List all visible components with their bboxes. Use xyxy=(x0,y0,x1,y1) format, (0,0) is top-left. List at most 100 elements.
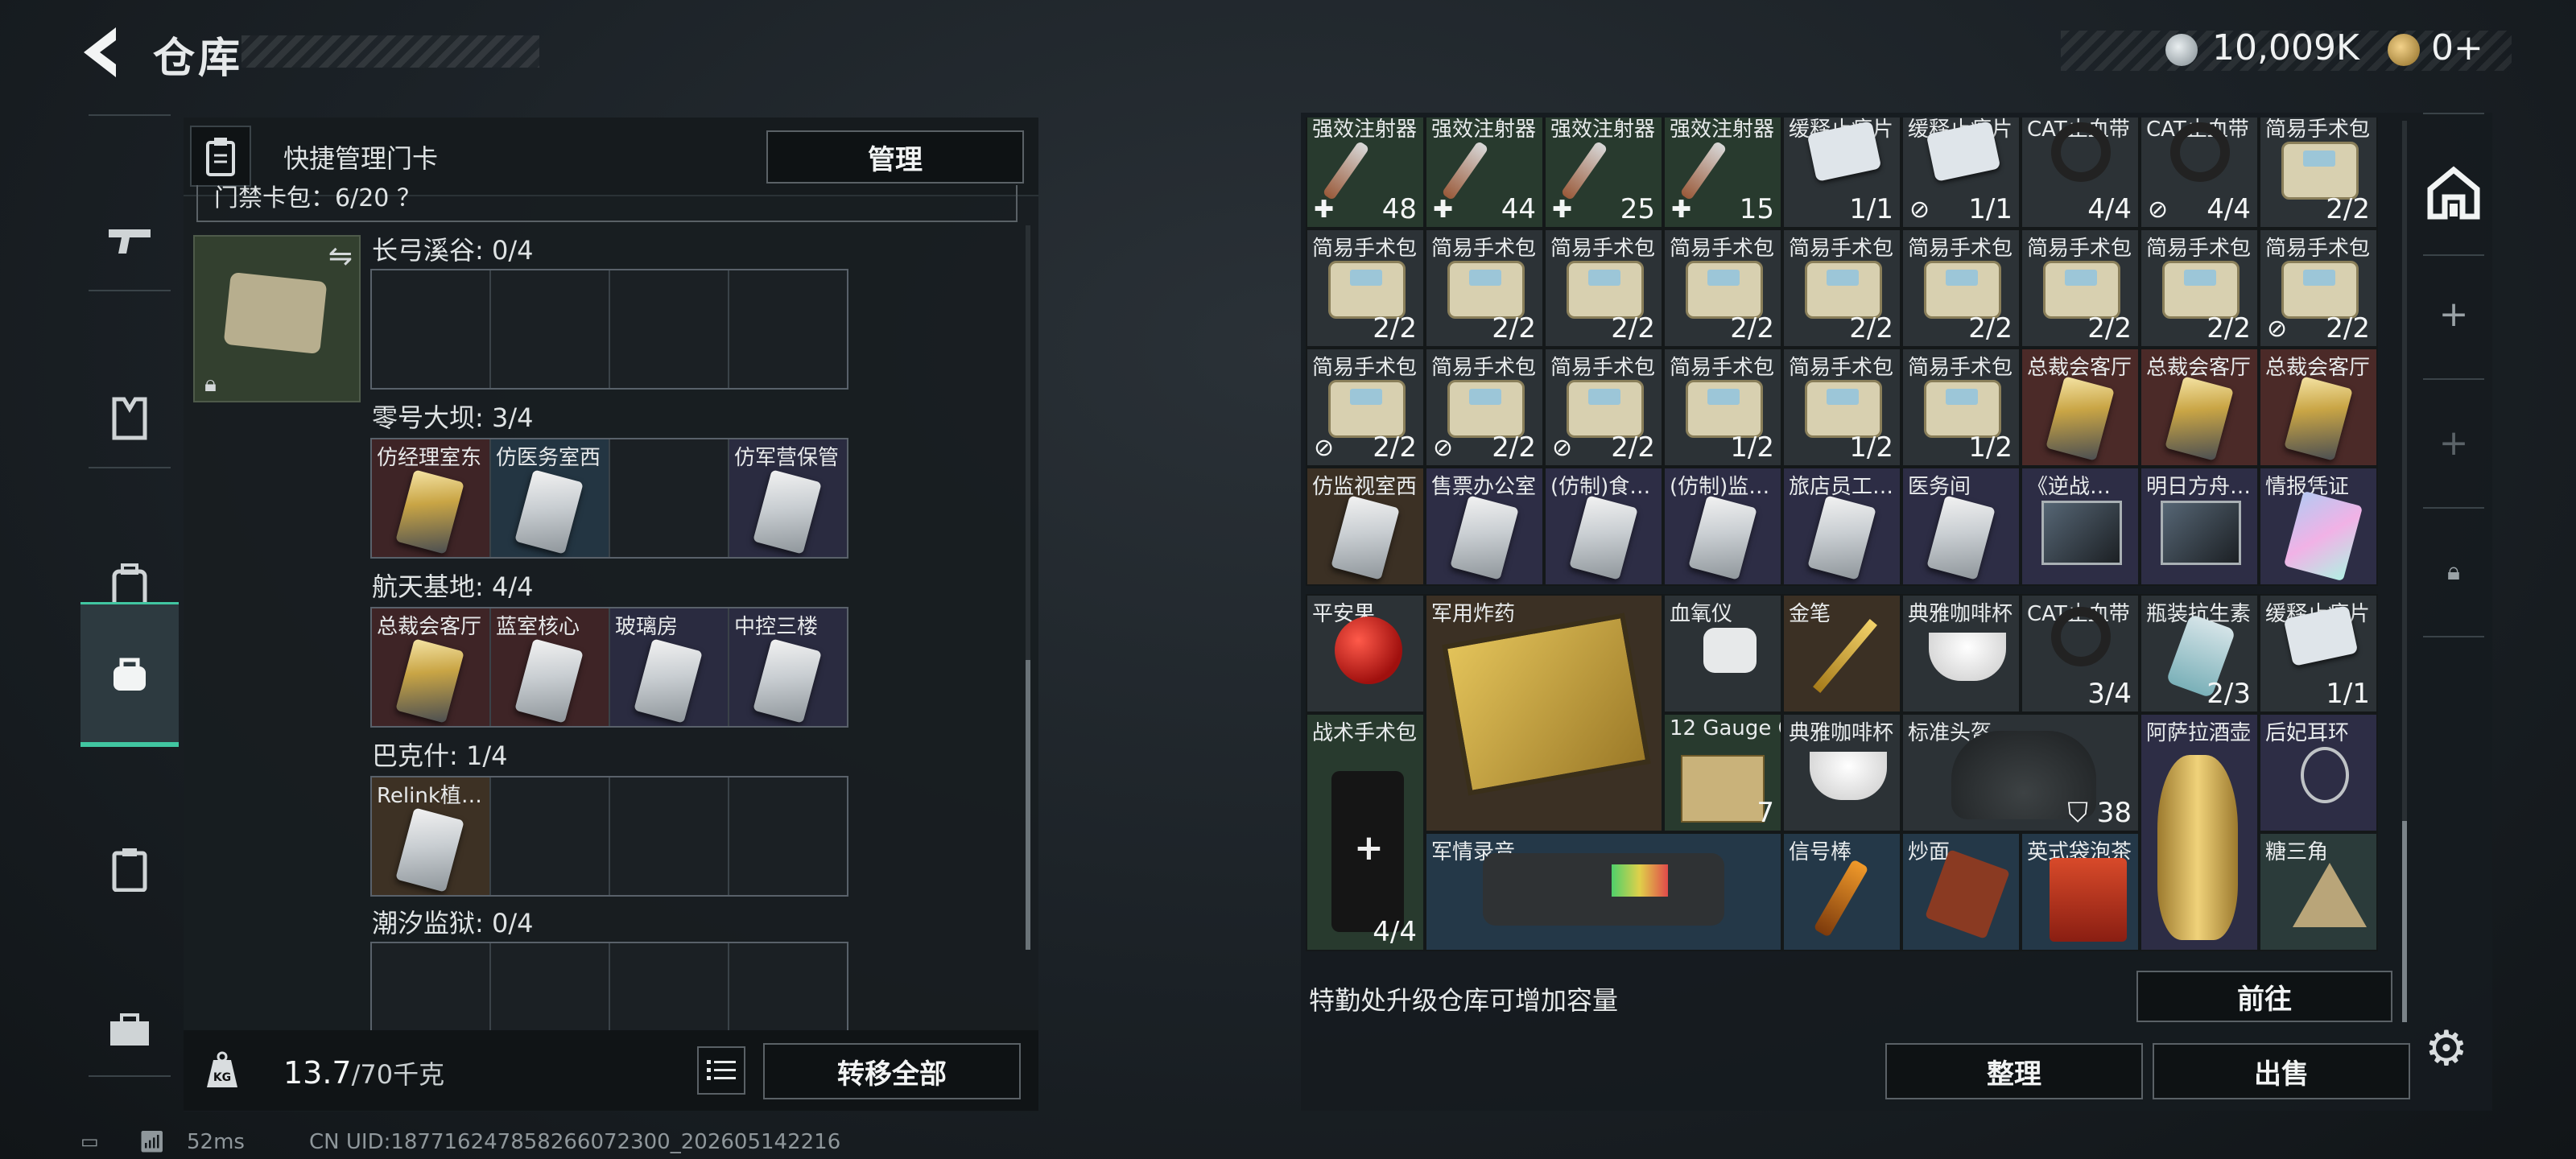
item-cell-triangle[interactable]: 糖三角 xyxy=(2259,832,2378,951)
item-cell[interactable]: 强效注射器 ✚ 25 xyxy=(1544,118,1663,229)
earring-image xyxy=(2301,747,2349,803)
item-cell[interactable]: 缓释止痛片⊘1/1 xyxy=(1901,118,2021,229)
item-cell-cat[interactable]: CAT止血带 3/4 xyxy=(2021,594,2140,713)
keycard-slot[interactable] xyxy=(491,943,610,1030)
keycard-slot[interactable] xyxy=(372,943,491,1030)
keycard-slot[interactable] xyxy=(610,943,729,1030)
item-cell[interactable]: 简易手术包 1/2 xyxy=(1782,348,1901,467)
item-cell[interactable]: 强效注射器 ✚ 44 xyxy=(1425,118,1544,229)
keycard-slot[interactable] xyxy=(610,777,729,895)
add-page-plus-icon[interactable]: + xyxy=(2415,266,2492,362)
item-cell[interactable]: 简易手术包 2/2 xyxy=(2140,229,2259,348)
item-cell[interactable]: 简易手术包 2/2 xyxy=(1782,229,1901,348)
item-cell-noodle[interactable]: 炒面 xyxy=(1901,832,2021,951)
keycard-slot[interactable]: 仿经理室东 xyxy=(372,439,491,557)
item-cell-helmet[interactable]: 标准头盔 ⛉ 38 xyxy=(1901,713,2140,832)
goto-button[interactable]: 前往 xyxy=(2136,971,2392,1022)
keycard-slot[interactable]: 蓝室核心 xyxy=(491,608,610,726)
item-cell-apple[interactable]: 平安果 xyxy=(1306,594,1425,713)
item-cell[interactable]: 简易手术包 2/2 xyxy=(1663,229,1782,348)
tab-keycards[interactable] xyxy=(80,797,179,942)
left-scrollbar-thumb[interactable] xyxy=(1026,660,1030,950)
item-cell[interactable]: 缓释止痛片1/1 xyxy=(1782,118,1901,229)
item-cell-earring[interactable]: 后妃耳环 xyxy=(2259,713,2378,832)
item-cell[interactable]: 简易手术包 1/2 xyxy=(1901,348,2021,467)
item-cell[interactable]: (仿制)监… xyxy=(1663,467,1782,586)
tab-warehouse[interactable] xyxy=(80,602,179,747)
swap-icon[interactable]: ⇋ xyxy=(328,240,353,273)
item-cell[interactable]: 医务间 xyxy=(1901,467,2021,586)
item-cell[interactable]: 简易手术包 2/2 xyxy=(1901,229,2021,348)
item-cell-coffee[interactable]: 典雅咖啡杯 xyxy=(1782,713,1901,832)
item-cell[interactable]: CAT止血带 ⊘ 4/4 xyxy=(2140,118,2259,229)
item-cell-pen[interactable]: 金笔 xyxy=(1782,594,1901,713)
item-cell[interactable]: 简易手术包 ⊘ 2/2 xyxy=(1425,348,1544,467)
item-cell[interactable]: CAT止血带 4/4 xyxy=(2021,118,2140,229)
keycard-slot[interactable]: 总裁会客厅 xyxy=(372,608,491,726)
keycard-slot[interactable] xyxy=(491,777,610,895)
item-cell[interactable]: 简易手术包 2/2 xyxy=(2259,118,2378,229)
item-cell[interactable]: 简易手术包 ⊘ 2/2 xyxy=(1544,348,1663,467)
item-cell[interactable]: 售票办公室 xyxy=(1425,467,1544,586)
keycard-holder[interactable]: ⇋ 🔒︎ xyxy=(193,235,361,402)
item-cell[interactable]: 简易手术包 1/2 xyxy=(1663,348,1782,467)
keycard-slot[interactable] xyxy=(372,270,491,388)
warehouse-page-1[interactable] xyxy=(2415,145,2492,241)
keycard-image xyxy=(395,638,464,724)
item-cell[interactable]: 情报凭证 xyxy=(2259,467,2378,586)
warehouse-scrollbar-thumb[interactable] xyxy=(2402,821,2407,1022)
item-cell-tactical-kit[interactable]: 战术手术包 4/4 xyxy=(1306,713,1425,951)
item-cell[interactable]: 简易手术包 2/2 xyxy=(2021,229,2140,348)
keycard-slot[interactable]: 仿军营保管 xyxy=(729,439,847,557)
keycard-slot[interactable]: 中控三楼 xyxy=(729,608,847,726)
sell-button[interactable]: 出售 xyxy=(2153,1043,2410,1099)
keycard-slot[interactable]: 玻璃房 xyxy=(610,608,729,726)
keycard-slot[interactable] xyxy=(729,943,847,1030)
item-cell-ewer[interactable]: 阿萨拉酒壶 xyxy=(2140,713,2259,951)
weight-readout: 13.7/70千克 xyxy=(283,1054,444,1091)
item-cell[interactable]: 简易手术包 2/2 xyxy=(1425,229,1544,348)
add-page-plus-icon[interactable]: + xyxy=(2415,394,2492,491)
item-cell-explosive[interactable]: 军用炸药 xyxy=(1425,594,1663,832)
item-cell[interactable]: 总裁会客厅 xyxy=(2021,348,2140,467)
item-cell-antibiotic[interactable]: 瓶装抗生素 2/3 xyxy=(2140,594,2259,713)
item-cell-oximeter[interactable]: 血氧仪 xyxy=(1663,594,1782,713)
item-cell[interactable]: 总裁会客厅 xyxy=(2140,348,2259,467)
keycard-slot[interactable] xyxy=(610,270,729,388)
item-cell[interactable]: 《逆战… xyxy=(2021,467,2140,586)
keycard-slot[interactable] xyxy=(729,270,847,388)
tab-armor[interactable] xyxy=(80,346,179,491)
keycard-slot[interactable] xyxy=(491,270,610,388)
item-cell-flare[interactable]: 信号棒 xyxy=(1782,832,1901,951)
keycard-slot[interactable] xyxy=(729,777,847,895)
locked-page-lock-icon[interactable]: 🔒︎ xyxy=(2415,523,2492,620)
keycard-slot[interactable]: Relink植… xyxy=(372,777,491,895)
gold-currency[interactable]: 0+ xyxy=(2431,27,2483,68)
item-cell-ammo[interactable]: 12 Gauge G 7 xyxy=(1663,713,1782,832)
keycard-slot[interactable]: 仿医务室西 xyxy=(491,439,610,557)
back-arrow-icon[interactable] xyxy=(77,24,126,80)
settings-gear-icon[interactable]: ⚙ xyxy=(2425,1021,2468,1077)
item-cell[interactable]: 仿监视室西 xyxy=(1306,467,1425,586)
item-cell[interactable]: 简易手术包 2/2 xyxy=(1306,229,1425,348)
tab-tools[interactable] xyxy=(80,958,179,1103)
item-cell[interactable]: 强效注射器 ✚ 15 xyxy=(1663,118,1782,229)
manage-button[interactable]: 管理 xyxy=(766,130,1024,184)
keycard-slot[interactable] xyxy=(610,439,729,557)
item-cell[interactable]: 强效注射器 ✚ 48 xyxy=(1306,118,1425,229)
item-cell[interactable]: 总裁会客厅 xyxy=(2259,348,2378,467)
item-cell[interactable]: 简易手术包 ⊘ 2/2 xyxy=(2259,229,2378,348)
transfer-all-button[interactable]: 转移全部 xyxy=(763,1043,1021,1099)
item-cell-painkiller[interactable]: 缓释止痛片1/1 xyxy=(2259,594,2378,713)
item-cell-coffee[interactable]: 典雅咖啡杯 xyxy=(1901,594,2021,713)
item-cell-tea[interactable]: 英式袋泡茶 xyxy=(2021,832,2140,951)
tab-weapons[interactable] xyxy=(80,169,179,314)
sort-button[interactable]: 整理 xyxy=(1885,1043,2143,1099)
item-cell-recorder[interactable]: 军情录音 xyxy=(1425,832,1782,951)
item-cell[interactable]: 旅店员工… xyxy=(1782,467,1901,586)
item-cell[interactable]: 明日方舟… xyxy=(2140,467,2259,586)
item-cell[interactable]: 简易手术包 ⊘ 2/2 xyxy=(1306,348,1425,467)
item-cell[interactable]: 简易手术包 2/2 xyxy=(1544,229,1663,348)
list-view-button[interactable] xyxy=(697,1046,745,1095)
item-cell[interactable]: (仿制)食… xyxy=(1544,467,1663,586)
